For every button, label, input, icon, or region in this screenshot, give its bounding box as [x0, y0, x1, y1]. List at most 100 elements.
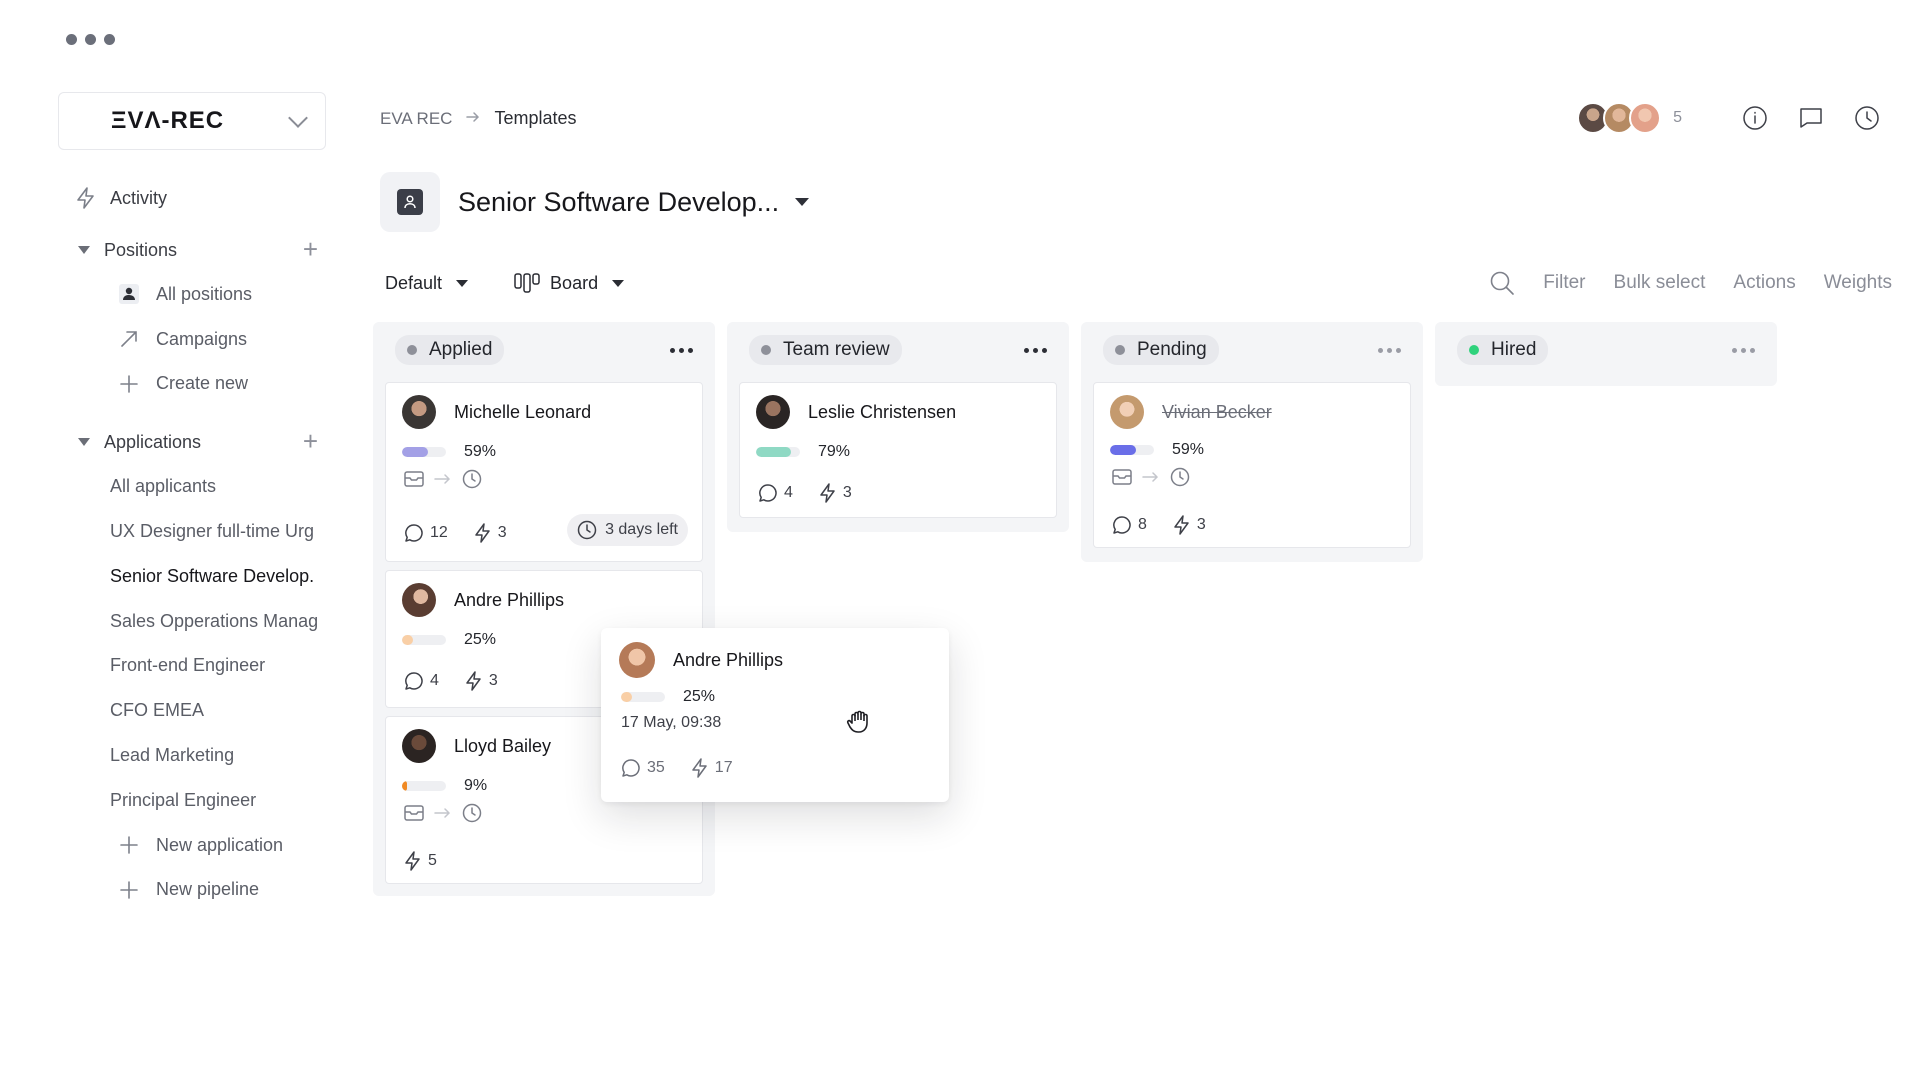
candidate-card[interactable]: Michelle Leonard 59% 12 3 3 days left — [385, 382, 703, 562]
breadcrumb: EVA REC Templates — [380, 108, 576, 129]
score: 59% — [402, 443, 496, 461]
add-application-icon[interactable]: + — [303, 428, 318, 454]
position-icon — [380, 172, 440, 232]
sidebar-item-new-pipeline[interactable]: New pipeline — [58, 868, 326, 913]
sidebar-item-label: Front-end Engineer — [110, 655, 266, 676]
more-icon[interactable] — [1378, 347, 1409, 353]
activity[interactable]: 3 — [465, 671, 498, 691]
deadline-text: 3 days left — [605, 521, 678, 538]
candidate: Michelle Leonard — [402, 395, 591, 429]
window-dot — [104, 34, 115, 45]
comment-icon — [405, 524, 423, 542]
candidate-card[interactable]: Leslie Christensen 79% 4 3 — [739, 382, 1057, 518]
activity[interactable]: 5 — [404, 851, 437, 871]
candidate: Andre Phillips — [402, 583, 564, 617]
sidebar-item-label: All applicants — [110, 476, 217, 497]
comment-icon — [759, 484, 777, 502]
sidebar-item-lead-marketing[interactable]: Lead Marketing — [58, 733, 326, 778]
sidebar-item-new-application[interactable]: New application — [58, 823, 326, 868]
comments[interactable]: 4 — [758, 483, 793, 503]
comments[interactable]: 12 — [404, 523, 448, 543]
sidebar-item-all-positions[interactable]: All positions — [58, 272, 326, 317]
bulk-select-button[interactable]: Bulk select — [1614, 272, 1706, 294]
sidebar-group-applications[interactable]: Applications + — [58, 420, 326, 464]
page-title[interactable]: Senior Software Develop... — [458, 187, 779, 218]
view-toolbar: Default Board — [385, 272, 625, 294]
stage-steps — [1112, 467, 1190, 487]
collaborator-avatars[interactable] — [1577, 102, 1662, 134]
filter-button[interactable]: Filter — [1543, 272, 1585, 294]
workspace-switcher[interactable]: ΞVΛ-REC — [58, 92, 326, 150]
window-dot — [66, 34, 77, 45]
sidebar-item-all-applicants[interactable]: All applicants — [58, 464, 326, 509]
dragging-candidate-card[interactable]: Andre Phillips 25% 17 May, 09:38 35 17 — [601, 628, 949, 802]
comments[interactable]: 4 — [404, 671, 439, 691]
actions-button[interactable]: Actions — [1733, 272, 1795, 294]
sidebar-item-sales-operations[interactable]: Sales Opperations Manag — [58, 599, 326, 644]
column-status-pill[interactable]: Applied — [395, 335, 505, 365]
column-status-pill[interactable]: Hired — [1457, 335, 1549, 365]
lightning-icon — [466, 671, 481, 691]
info-icon[interactable] — [1740, 103, 1770, 133]
avatar — [402, 729, 436, 763]
caret-down-icon[interactable] — [795, 198, 810, 206]
search-icon[interactable] — [1489, 270, 1515, 296]
board-icon — [514, 273, 540, 293]
add-position-icon[interactable]: + — [303, 236, 318, 262]
chat-icon[interactable] — [1796, 103, 1826, 133]
score-value: 25% — [464, 631, 497, 648]
score-bar — [402, 635, 446, 645]
column-status-pill[interactable]: Team review — [749, 335, 902, 365]
layout-select[interactable]: Board — [514, 272, 625, 294]
sidebar-item-activity[interactable]: Activity — [58, 176, 326, 220]
candidate: Leslie Christensen — [756, 395, 956, 429]
activity[interactable]: 17 — [691, 758, 733, 778]
view-select[interactable]: Default — [385, 273, 469, 294]
breadcrumb-root[interactable]: EVA REC — [380, 109, 452, 129]
caret-down-icon — [612, 279, 625, 287]
score-bar-fill — [402, 447, 428, 457]
sidebar-item-senior-software[interactable]: Senior Software Develop. — [58, 554, 326, 599]
sidebar-item-principal-engineer[interactable]: Principal Engineer — [58, 778, 326, 823]
activity[interactable]: 3 — [819, 483, 852, 503]
arrow-up-right-icon — [116, 329, 142, 349]
weights-button[interactable]: Weights — [1824, 272, 1892, 294]
sidebar-item-frontend-engineer[interactable]: Front-end Engineer — [58, 644, 326, 689]
sidebar-item-cfo-emea[interactable]: CFO EMEA — [58, 688, 326, 733]
activity[interactable]: 3 — [1173, 515, 1206, 535]
applied-date: 17 May, 09:38 — [621, 714, 722, 731]
stage-steps — [404, 469, 482, 489]
card-meta: 8 3 — [1112, 515, 1232, 535]
comments[interactable]: 8 — [1112, 515, 1147, 535]
candidate-card[interactable]: Vivian Becker 59% 8 3 — [1093, 382, 1411, 548]
column-status-pill[interactable]: Pending — [1103, 335, 1219, 365]
sidebar-item-ux-designer[interactable]: UX Designer full-time Urg — [58, 509, 326, 554]
sidebar-group-positions[interactable]: Positions + — [58, 228, 326, 272]
score-value: 79% — [818, 443, 851, 460]
more-icon[interactable] — [670, 347, 701, 353]
score-bar-fill — [621, 692, 632, 702]
avatar — [402, 395, 436, 429]
candidate-name: Michelle Leonard — [454, 401, 592, 422]
arrow-right-icon — [466, 109, 480, 129]
sidebar-item-campaigns[interactable]: Campaigns — [58, 317, 326, 362]
chevron-down-icon[interactable] — [288, 108, 308, 128]
more-icon[interactable] — [1024, 347, 1055, 353]
avatar[interactable] — [1629, 102, 1662, 134]
sidebar-item-create-new[interactable]: Create new — [58, 362, 326, 407]
column-header: Applied — [373, 322, 715, 378]
card-meta: 4 3 — [404, 671, 524, 691]
column-header: Hired — [1435, 322, 1777, 378]
page-title-row: Senior Software Develop... — [380, 172, 810, 232]
activity[interactable]: 3 — [474, 523, 507, 543]
clock-icon[interactable] — [1852, 103, 1882, 133]
column-team-review: Team review Leslie Christensen 79% 4 3 — [727, 322, 1069, 532]
breadcrumb-current[interactable]: Templates — [494, 108, 576, 129]
caret-down-icon[interactable] — [78, 438, 90, 447]
score: 25% — [621, 688, 715, 706]
more-icon[interactable] — [1732, 347, 1763, 353]
comments[interactable]: 35 — [621, 758, 665, 778]
caret-down-icon[interactable] — [78, 246, 90, 254]
sidebar-item-label: Campaigns — [156, 328, 248, 349]
inbox-icon — [1112, 469, 1132, 485]
